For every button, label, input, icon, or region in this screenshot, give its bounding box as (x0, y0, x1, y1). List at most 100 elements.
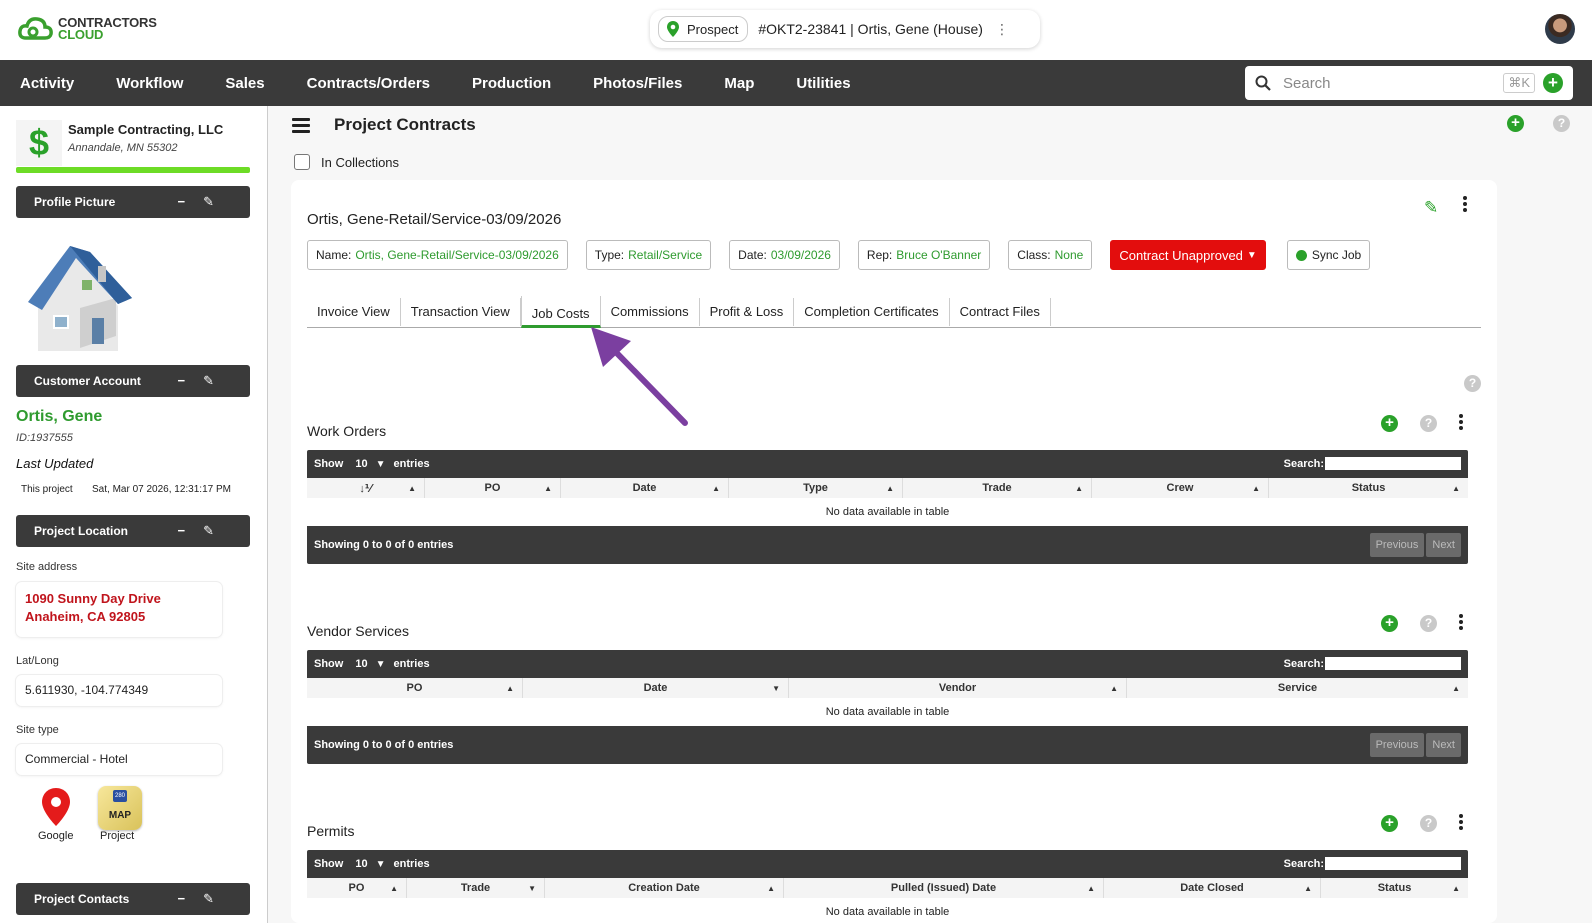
tab-invoice-view[interactable]: Invoice View (307, 298, 401, 326)
nav-item-sales[interactable]: Sales (225, 75, 264, 92)
search-input[interactable]: Search (1283, 75, 1503, 92)
collapse-icon[interactable]: − (178, 523, 204, 538)
tag-type-label: Type: (594, 248, 625, 262)
sort-icon: ▲ (1452, 683, 1460, 693)
site-address-card[interactable]: 1090 Sunny Day Drive Anaheim, CA 92805 (16, 582, 222, 637)
add-work-order-icon[interactable]: + (1381, 414, 1398, 432)
google-map-link[interactable]: Google (38, 788, 82, 844)
work-orders-columns: ↓⅟ ▲ PO ▲ Date ▲ Type ▲ Trade ▲ Crew ▲ Status ▲ (307, 478, 1468, 498)
column-header[interactable]: Crew ▲ (1092, 478, 1269, 498)
nav-item-activity[interactable]: Activity (20, 75, 74, 92)
table-search-input[interactable] (1325, 657, 1461, 670)
column-header[interactable]: Vendor ▲ (789, 678, 1127, 698)
page-size-select[interactable]: 10 (355, 658, 367, 670)
help-icon[interactable]: ? (1420, 414, 1437, 432)
in-collections-toggle[interactable]: In Collections (294, 154, 399, 170)
sort-icon: ▲ (886, 483, 894, 493)
app-logo[interactable]: CONTRACTORS CLOUD (18, 14, 157, 44)
nav-item-utilities[interactable]: Utilities (796, 75, 850, 92)
more-options-icon[interactable] (1459, 814, 1463, 832)
add-contract-icon[interactable]: + (1507, 115, 1524, 132)
previous-button[interactable]: Previous (1369, 733, 1425, 757)
column-header[interactable]: Status ▲ (1321, 878, 1468, 898)
help-icon[interactable]: ? (1553, 115, 1570, 132)
column-header[interactable]: Service ▲ (1127, 678, 1468, 698)
tab-commissions[interactable]: Commissions (601, 298, 700, 326)
add-permit-icon[interactable]: + (1381, 814, 1398, 832)
chevron-down-icon: ▼ (375, 658, 386, 670)
permits-toolbar: Show 10 ▼ entries Search: (307, 850, 1468, 878)
vendor-services-toolbar: Show 10 ▼ entries Search: (307, 650, 1468, 678)
search-icon (1255, 75, 1271, 91)
help-icon[interactable]: ? (1420, 814, 1437, 832)
tag-name[interactable]: Name: Ortis, Gene-Retail/Service-03/09/2… (307, 240, 568, 270)
avatar[interactable] (1545, 14, 1575, 44)
tab-contract-files[interactable]: Contract Files (950, 298, 1051, 326)
column-header[interactable]: Trade ▲ (903, 478, 1092, 498)
column-header[interactable]: Trade ▼ (407, 878, 545, 898)
column-header-label: Date (632, 482, 657, 494)
tab-transaction-view[interactable]: Transaction View (401, 298, 521, 326)
tag-type[interactable]: Type: Retail/Service (585, 240, 712, 270)
table-search-input[interactable] (1325, 457, 1461, 470)
more-options-icon[interactable] (1459, 414, 1463, 432)
add-vendor-service-icon[interactable]: + (1381, 614, 1398, 632)
more-options-icon[interactable] (1463, 196, 1467, 214)
sync-job-button[interactable]: Sync Job (1286, 240, 1371, 270)
help-icon[interactable]: ? (1420, 614, 1437, 632)
more-options-icon[interactable] (1459, 614, 1463, 632)
edit-icon[interactable]: ✎ (203, 523, 232, 538)
vendor-services-footer: Showing 0 to 0 of 0 entries Previous Nex… (307, 726, 1468, 764)
tag-date[interactable]: Date: 03/09/2026 (729, 240, 840, 270)
collapse-icon[interactable]: − (178, 891, 204, 906)
nav-item-map[interactable]: Map (724, 75, 754, 92)
tab-completion-certificates[interactable]: Completion Certificates (794, 298, 950, 326)
entries-info: Showing 0 to 0 of 0 entries (314, 539, 454, 551)
nav-item-workflow[interactable]: Workflow (116, 75, 183, 92)
previous-button[interactable]: Previous (1369, 533, 1425, 557)
column-header[interactable]: PO ▲ (425, 478, 561, 498)
nav-item-photos-files[interactable]: Photos/Files (593, 75, 682, 92)
customer-name-link[interactable]: Ortis, Gene (16, 408, 102, 426)
column-header[interactable]: Type ▲ (729, 478, 903, 498)
edit-icon[interactable]: ✎ (203, 891, 232, 906)
project-map-link[interactable]: 280 MAP Project (98, 786, 148, 846)
job-menu-icon[interactable]: ⋮ (995, 21, 1009, 38)
edit-icon[interactable]: ✎ (203, 194, 232, 209)
column-header[interactable]: Creation Date ▲ (545, 878, 784, 898)
tag-rep[interactable]: Rep: Bruce O'Banner (857, 240, 991, 270)
next-button[interactable]: Next (1426, 733, 1461, 757)
quick-add-icon[interactable]: + (1543, 73, 1563, 93)
column-header[interactable]: Date ▲ (561, 478, 729, 498)
nav-item-contracts-orders[interactable]: Contracts/Orders (307, 75, 430, 92)
job-costs-help-icon[interactable]: ? (1464, 375, 1481, 392)
menu-icon[interactable] (292, 118, 310, 133)
column-header[interactable]: Date ▼ (523, 678, 789, 698)
global-search[interactable]: Search ⌘K + (1245, 66, 1573, 100)
cloud-logo-icon (18, 17, 53, 40)
tab-profit-loss[interactable]: Profit & Loss (700, 298, 795, 326)
column-header[interactable]: PO ▲ (307, 678, 523, 698)
column-header[interactable]: PO ▲ (307, 878, 407, 898)
column-header[interactable]: Status ▲ (1269, 478, 1468, 498)
in-collections-checkbox[interactable] (294, 154, 310, 170)
page-size-select[interactable]: 10 (355, 858, 367, 870)
edit-pencil-icon[interactable]: ✎ (1424, 198, 1438, 218)
tab-job-costs[interactable]: Job Costs (520, 296, 601, 328)
column-header[interactable]: Date Closed ▲ (1104, 878, 1321, 898)
table-search-input[interactable] (1325, 857, 1461, 870)
contract-status-dropdown[interactable]: Contract Unapproved ▼ (1110, 240, 1266, 270)
edit-icon[interactable]: ✎ (203, 373, 232, 388)
status-badge[interactable]: Prospect (658, 16, 749, 42)
column-header[interactable]: ↓⅟ ▲ (307, 478, 425, 498)
next-button[interactable]: Next (1426, 533, 1461, 557)
collapse-icon[interactable]: − (178, 373, 204, 388)
page-size-select[interactable]: 10 (355, 458, 367, 470)
tag-class[interactable]: Class: None (1008, 240, 1093, 270)
column-header[interactable]: Pulled (Issued) Date ▲ (784, 878, 1104, 898)
column-header-label: PO (348, 882, 365, 894)
collapse-icon[interactable]: − (178, 194, 204, 209)
sync-icon (1295, 249, 1307, 261)
sort-icon: ▲ (712, 483, 720, 493)
nav-item-production[interactable]: Production (472, 75, 551, 92)
